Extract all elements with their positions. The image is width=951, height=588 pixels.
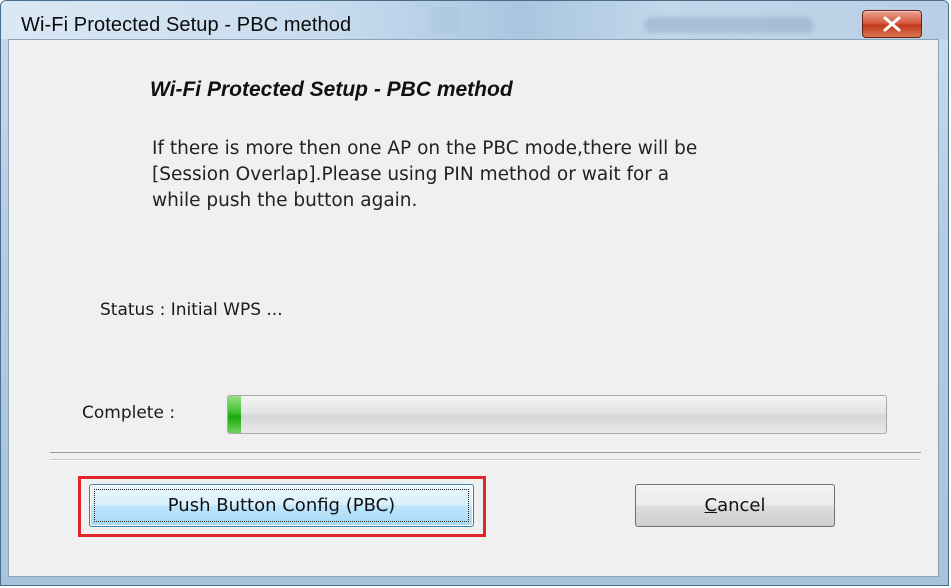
cancel-label-rest: ancel	[717, 495, 766, 516]
dialog-description: If there is more then one AP on the PBC …	[152, 136, 852, 214]
dialog-heading: Wi-Fi Protected Setup - PBC method	[150, 78, 513, 101]
close-icon	[883, 16, 901, 32]
title-bar-decoration	[431, 7, 461, 33]
window-title: Wi-Fi Protected Setup - PBC method	[21, 14, 352, 36]
push-button-config-button[interactable]: Push Button Config (PBC)	[89, 484, 474, 527]
cancel-button[interactable]: Cancel	[635, 484, 835, 527]
blurred-background-label	[644, 17, 814, 33]
progress-bar-fill	[228, 396, 242, 433]
description-line: If there is more then one AP on the PBC …	[152, 138, 698, 159]
close-button[interactable]	[862, 10, 922, 38]
complete-label: Complete :	[82, 403, 176, 423]
status-text: Status : Initial WPS ...	[100, 300, 283, 320]
cancel-button-label: Cancel	[705, 495, 766, 516]
description-line: [Session Overlap].Please using PIN metho…	[152, 164, 670, 185]
description-line: while push the button again.	[152, 190, 418, 211]
progress-bar	[227, 395, 887, 434]
divider	[50, 452, 921, 453]
focus-ring	[94, 489, 469, 522]
divider-highlight	[50, 459, 921, 461]
title-bar[interactable]: Wi-Fi Protected Setup - PBC method	[1, 1, 948, 39]
cancel-mnemonic: C	[704, 495, 718, 516]
